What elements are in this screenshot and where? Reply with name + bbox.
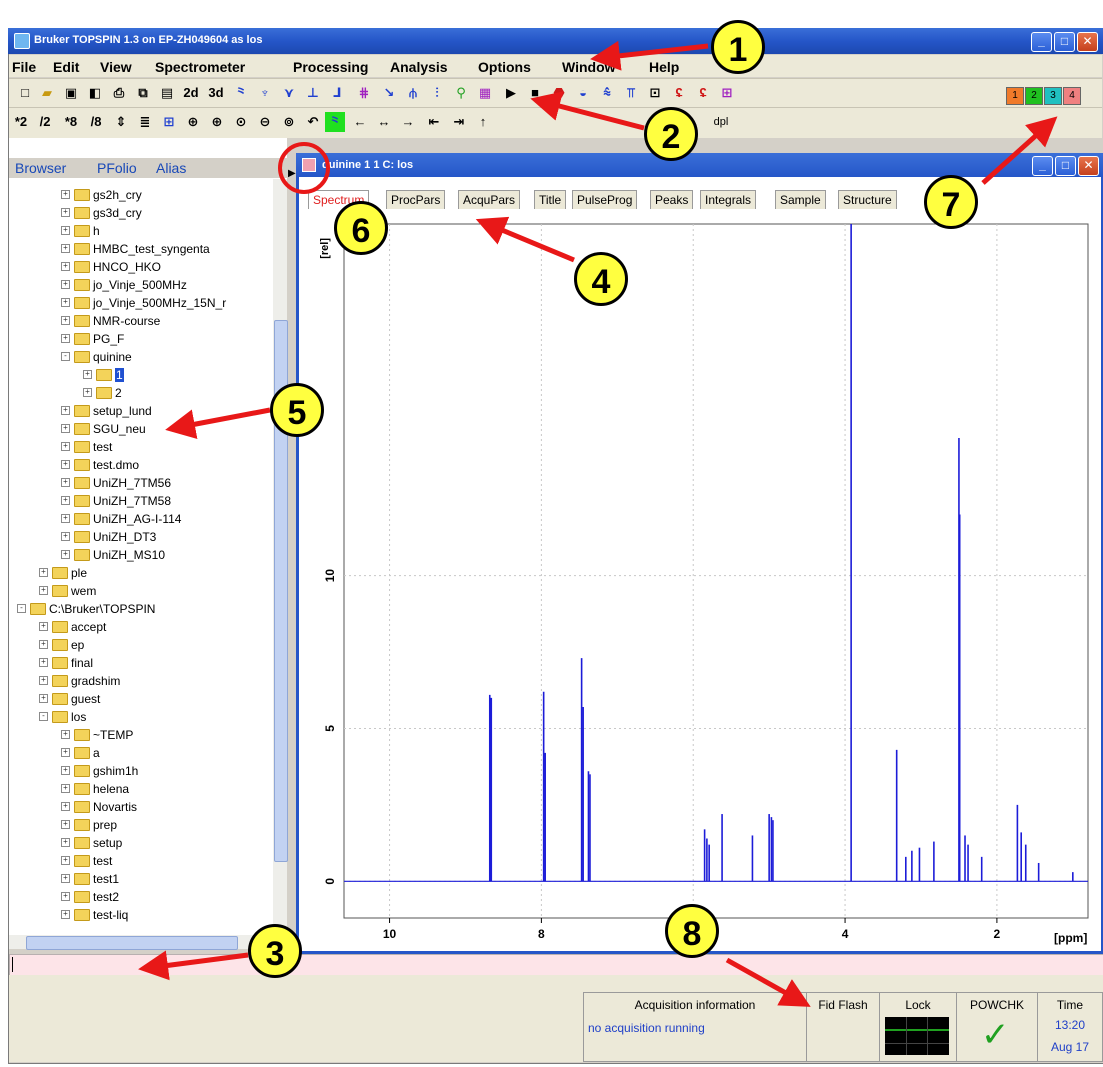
arrow-3 xyxy=(138,950,249,981)
callout-1: 1 xyxy=(711,20,765,74)
callout-4: 4 xyxy=(574,252,628,306)
arrow-7 xyxy=(981,116,1058,185)
callout-7: 7 xyxy=(924,175,978,229)
callout-2: 2 xyxy=(644,107,698,161)
arrow-5 xyxy=(165,407,271,440)
arrow-2 xyxy=(530,91,645,131)
arrow-8 xyxy=(725,957,811,1007)
arrow-1 xyxy=(590,40,709,71)
callout-5: 5 xyxy=(270,383,324,437)
arrow-4 xyxy=(475,216,575,263)
callout-6: 6 xyxy=(334,201,388,255)
annotation-overlay xyxy=(138,40,1058,1007)
callout-8: 8 xyxy=(665,904,719,958)
highlight-circle-6 xyxy=(278,142,330,194)
callout-3: 3 xyxy=(248,924,302,978)
